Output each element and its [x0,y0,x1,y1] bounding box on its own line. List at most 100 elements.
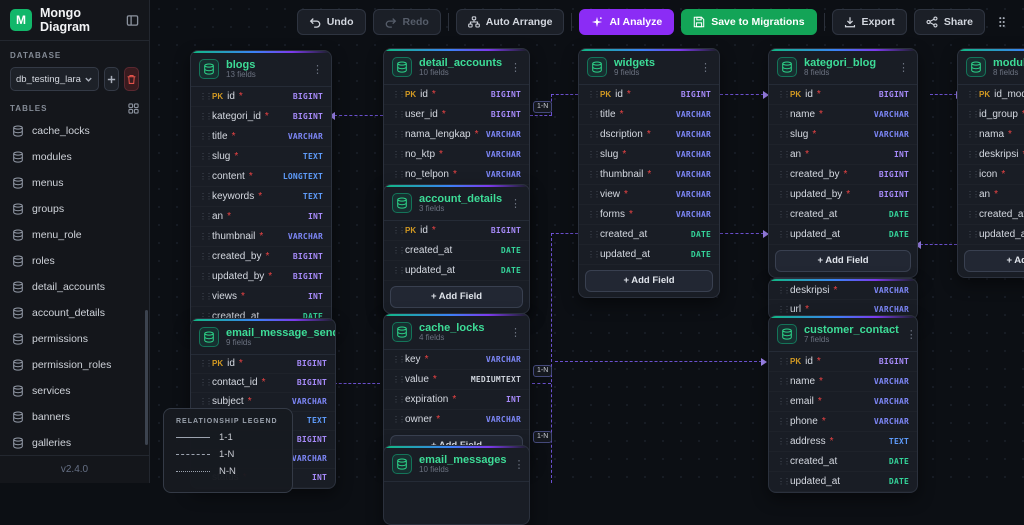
drag-handle-icon[interactable]: ⋮⋮ [199,152,213,161]
delete-database-button[interactable] [123,67,139,91]
field-row[interactable]: ⋮⋮id_group* [958,105,1024,125]
ai-analyze-button[interactable]: AI Analyze [579,9,675,35]
field-row[interactable]: ⋮⋮ title * VARCHAR [579,105,719,125]
diagram-canvas[interactable]: Undo Redo Auto Arrange AI Analyze Save t… [150,0,1024,525]
drag-handle-icon[interactable]: ⋮⋮ [392,395,406,404]
drag-handle-icon[interactable]: ⋮⋮ [777,417,791,426]
table-menu-button[interactable]: ⋮ [510,61,521,74]
field-row[interactable]: ⋮⋮ updated_at DATE [384,261,529,281]
drag-handle-icon[interactable]: ⋮⋮ [587,230,601,239]
drag-handle-icon[interactable]: ⋮⋮ [966,110,980,119]
drag-handle-icon[interactable]: ⋮⋮ [777,457,791,466]
drag-handle-icon[interactable]: ⋮⋮ [777,437,791,446]
drag-handle-icon[interactable]: ⋮⋮ [777,110,791,119]
field-row[interactable]: ⋮⋮ PK id * BIGINT [191,87,331,107]
drag-handle-icon[interactable]: ⋮⋮ [199,252,213,261]
field-row[interactable]: ⋮⋮ slug * VARCHAR [769,125,917,145]
drag-handle-icon[interactable]: ⋮⋮ [777,397,791,406]
drag-handle-icon[interactable]: ⋮⋮ [587,130,601,139]
drag-handle-icon[interactable]: ⋮⋮ [587,90,601,99]
auto-arrange-button[interactable]: Auto Arrange [455,9,565,35]
field-row[interactable]: ⋮⋮deskripsi* [958,145,1024,165]
field-row[interactable]: ⋮⋮ slug * TEXT [191,147,331,167]
drag-handle-icon[interactable]: ⋮⋮ [777,210,791,219]
field-row[interactable]: ⋮⋮ kategori_id * BIGINT [191,107,331,127]
field-row[interactable]: ⋮⋮ dscription * VARCHAR [579,125,719,145]
drag-handle-icon[interactable]: ⋮⋮ [392,415,406,424]
drag-handle-icon[interactable]: ⋮⋮ [199,292,213,301]
undo-button[interactable]: Undo [296,9,366,35]
table-card-widgets[interactable]: widgets 9 fields ⋮ ⋮⋮ PK id * BIGINT ⋮⋮ title * VAR… [578,48,720,298]
table-menu-button[interactable]: ⋮ [510,197,521,210]
sidebar-collapse-button[interactable] [126,14,139,27]
field-row[interactable]: ⋮⋮ email * VARCHAR [769,392,917,412]
save-to-migrations-button[interactable]: Save to Migrations [681,9,817,35]
drag-handle-icon[interactable]: ⋮⋮ [587,210,601,219]
drag-handle-icon[interactable]: ⋮⋮ [966,130,980,139]
drag-handle-icon[interactable]: ⋮⋮ [777,357,791,366]
drag-handle-icon[interactable]: ⋮⋮ [587,250,601,259]
field-row[interactable]: ⋮⋮ PK id * BIGINT [769,85,917,105]
field-row[interactable]: ⋮⋮ view * VARCHAR [579,185,719,205]
drag-handle-icon[interactable]: ⋮⋮ [392,246,406,255]
field-row[interactable]: ⋮⋮ updated_at DATE [769,225,917,245]
field-row[interactable]: ⋮⋮ forms * VARCHAR [579,205,719,225]
drag-handle-icon[interactable]: ⋮⋮ [777,377,791,386]
drag-handle-icon[interactable]: ⋮⋮ [587,150,601,159]
drag-handle-icon[interactable]: ⋮⋮ [966,230,980,239]
drag-handle-icon[interactable]: ⋮⋮ [392,90,406,99]
field-row[interactable]: ⋮⋮ created_at DATE [384,241,529,261]
field-row[interactable]: ⋮⋮ thumbnail * VARCHAR [579,165,719,185]
drag-handle-icon[interactable]: ⋮⋮ [199,132,213,141]
add-field-button[interactable]: + Add Field [585,269,713,292]
drag-handle-icon[interactable]: ⋮⋮ [966,190,980,199]
table-card-customer_contact[interactable]: customer_contact 7 fields ⋮ ⋮⋮ PK id * BIGINT ⋮⋮… [768,315,918,493]
field-row[interactable]: ⋮⋮ nama * [958,125,1024,145]
drag-handle-icon[interactable]: ⋮⋮ [777,286,791,295]
sidebar-scrollbar[interactable] [145,310,148,445]
drag-handle-icon[interactable]: ⋮⋮ [392,130,406,139]
field-row[interactable]: ⋮⋮ updated_by * BIGINT [769,185,917,205]
field-row[interactable]: ⋮⋮ created_at DATE [769,452,917,472]
field-row[interactable]: ⋮⋮ phone * VARCHAR [769,412,917,432]
field-row[interactable]: ⋮⋮ value * MEDIUMTEXT [384,370,529,390]
drag-handle-icon[interactable]: ⋮⋮ [777,230,791,239]
drag-handle-icon[interactable]: ⋮⋮ [966,90,980,99]
drag-handle-icon[interactable]: ⋮⋮ [777,130,791,139]
field-row[interactable]: ⋮⋮ contact_id * BIGINT [191,374,335,393]
drag-handle-icon[interactable]: ⋮⋮ [199,232,213,241]
sidebar-item-roles[interactable]: roles [0,248,149,274]
field-row[interactable]: ⋮⋮ user_id * BIGINT [384,105,529,125]
field-row[interactable]: ⋮⋮ key * VARCHAR [384,350,529,370]
field-row[interactable]: ⋮⋮ no_telpon * VARCHAR [384,165,529,185]
drag-handle-icon[interactable]: ⋮⋮ [199,397,213,406]
table-menu-button[interactable]: ⋮ [312,63,323,76]
sidebar-item-galleries[interactable]: galleries [0,430,149,456]
drag-handle-icon[interactable]: ⋮⋮ [199,192,213,201]
table-menu-button[interactable]: ⋮ [513,458,524,471]
field-row[interactable]: ⋮⋮PKid_module [958,85,1024,105]
field-row[interactable]: ⋮⋮ created_at DATE [769,205,917,225]
add-field-button[interactable]: + Add Field [390,285,523,308]
sidebar-item-permissions[interactable]: permissions [0,326,149,352]
drag-handle-icon[interactable]: ⋮⋮ [199,272,213,281]
field-row[interactable]: ⋮⋮ an * [958,185,1024,205]
field-row[interactable]: ⋮⋮ slug * VARCHAR [579,145,719,165]
sidebar-item-permission_roles[interactable]: permission_roles [0,352,149,378]
field-row[interactable]: ⋮⋮ PK id * BIGINT [579,85,719,105]
drag-handle-icon[interactable]: ⋮⋮ [966,150,980,159]
field-row[interactable]: ⋮⋮ created_by * BIGINT [191,247,331,267]
tables-grid-view-button[interactable] [128,103,139,114]
field-row[interactable]: ⋮⋮ an * INT [769,145,917,165]
add-database-button[interactable] [103,67,119,91]
field-row[interactable]: ⋮⋮ icon * [958,165,1024,185]
drag-handle-icon[interactable]: ⋮⋮ [587,170,601,179]
table-menu-button[interactable]: ⋮ [898,61,909,74]
field-row[interactable]: ⋮⋮ created_at [958,205,1024,225]
sidebar-item-menus[interactable]: menus [0,170,149,196]
sidebar-item-services[interactable]: services [0,378,149,404]
drag-handle-icon[interactable]: ⋮⋮ [966,170,980,179]
sidebar-item-menu_role[interactable]: menu_role [0,222,149,248]
field-row[interactable]: ⋮⋮ no_ktp * VARCHAR [384,145,529,165]
field-row[interactable]: ⋮⋮ owner * VARCHAR [384,410,529,430]
